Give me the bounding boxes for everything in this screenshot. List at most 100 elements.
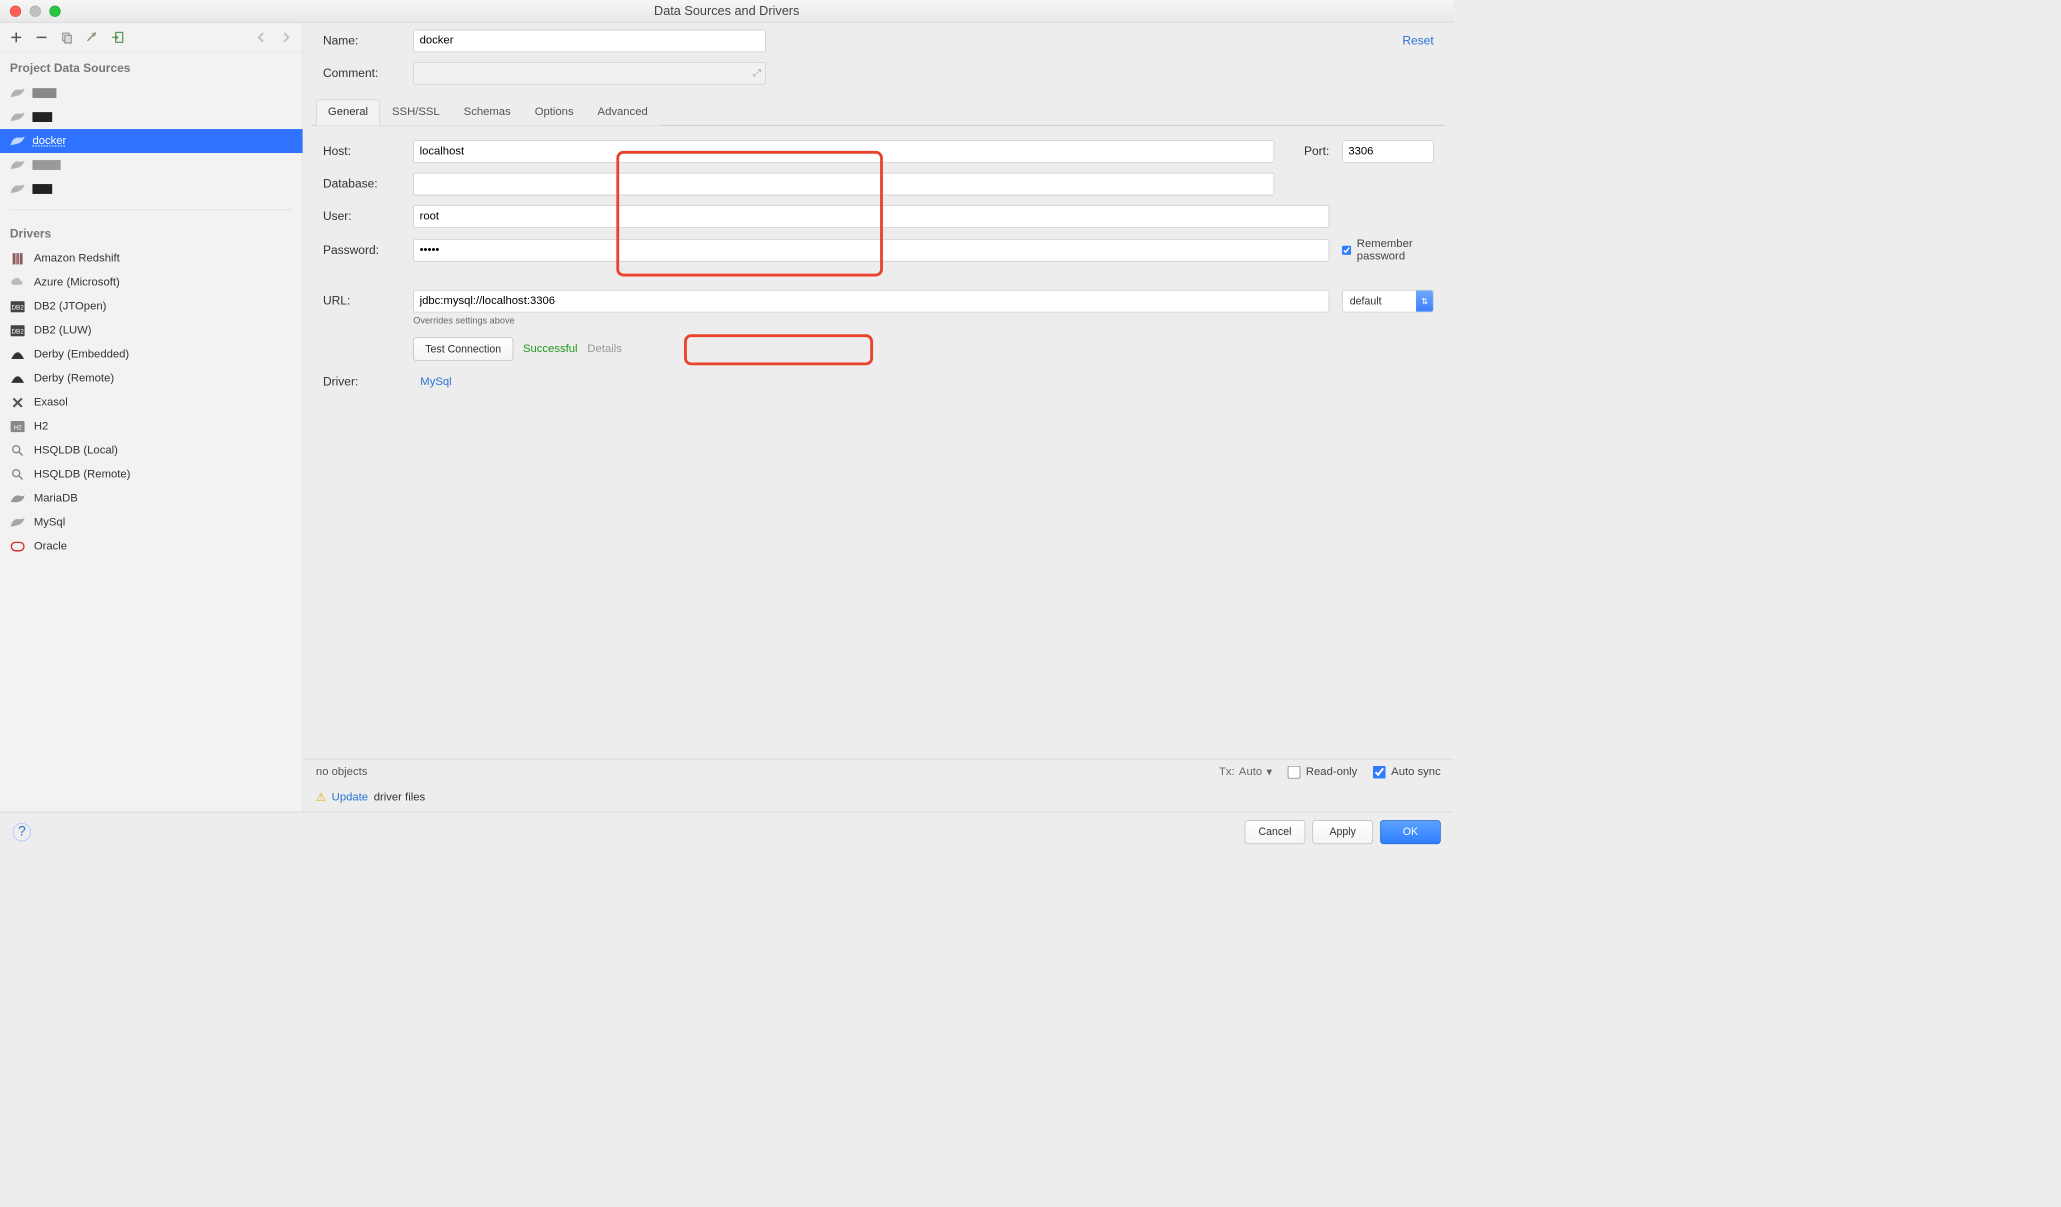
nav-forward-icon[interactable] xyxy=(279,30,295,46)
driver-item-derby-embedded-[interactable]: Derby (Embedded) xyxy=(0,343,303,367)
driver-item-label: Amazon Redshift xyxy=(34,252,120,265)
db2-icon: DB2 xyxy=(10,323,26,339)
password-label: Password: xyxy=(323,243,401,257)
driver-item-mariadb[interactable]: MariaDB xyxy=(0,487,303,511)
database-input[interactable] xyxy=(413,173,1274,196)
port-label: Port: xyxy=(1287,145,1329,159)
h2-icon: H2 xyxy=(10,419,26,435)
derby-icon xyxy=(10,347,26,363)
driver-item-db2-luw-[interactable]: DB2 DB2 (LUW) xyxy=(0,319,303,343)
data-source-item[interactable] xyxy=(0,177,303,201)
close-window-icon[interactable] xyxy=(10,5,21,16)
derby-icon xyxy=(10,371,26,387)
driver-item-label: Exasol xyxy=(34,396,68,409)
driver-item-label: Oracle xyxy=(34,540,67,553)
svg-text:DB2: DB2 xyxy=(11,329,24,336)
mysql-icon xyxy=(10,135,26,148)
test-status: Successful xyxy=(523,343,578,356)
driver-item-amazon-redshift[interactable]: Amazon Redshift xyxy=(0,247,303,271)
driver-item-azure-microsoft-[interactable]: Azure (Microsoft) xyxy=(0,271,303,295)
autosync-checkbox[interactable]: Auto sync xyxy=(1373,766,1441,779)
driver-label: Driver: xyxy=(323,375,401,389)
readonly-checkbox[interactable]: Read-only xyxy=(1288,766,1358,779)
tx-select[interactable]: Tx: Auto ▾ xyxy=(1219,765,1272,779)
url-input[interactable] xyxy=(413,290,1329,313)
section-title-drivers: Drivers xyxy=(0,219,303,247)
minimize-window-icon[interactable] xyxy=(30,5,41,16)
driver-item-label: Derby (Embedded) xyxy=(34,348,129,361)
mysql-icon xyxy=(10,515,26,531)
apply-button[interactable]: Apply xyxy=(1312,820,1373,844)
tab-advanced[interactable]: Advanced xyxy=(586,99,660,125)
chevron-down-icon: ▾ xyxy=(1266,765,1272,779)
driver-item-hsqldb-remote-[interactable]: HSQLDB (Remote) xyxy=(0,463,303,487)
url-hint: Overrides settings above xyxy=(413,315,1433,326)
driver-item-derby-remote-[interactable]: Derby (Remote) xyxy=(0,367,303,391)
add-icon[interactable] xyxy=(8,30,24,46)
copy-icon[interactable] xyxy=(59,30,75,46)
mysql-icon xyxy=(10,87,26,100)
titlebar: Data Sources and Drivers xyxy=(0,0,1453,23)
driver-item-hsqldb-local-[interactable]: HSQLDB (Local) xyxy=(0,439,303,463)
driver-item-label: H2 xyxy=(34,420,48,433)
driver-item-label: DB2 (LUW) xyxy=(34,324,92,337)
driver-item-db2-jtopen-[interactable]: DB2DB2 (JTOpen) xyxy=(0,295,303,319)
data-source-item[interactable] xyxy=(0,153,303,177)
tab-options[interactable]: Options xyxy=(523,99,586,125)
mysql-icon xyxy=(10,111,26,124)
data-source-item[interactable] xyxy=(0,105,303,129)
no-objects-label: no objects xyxy=(316,766,367,779)
driver-item-label: HSQLDB (Remote) xyxy=(34,468,131,481)
update-link[interactable]: Update xyxy=(332,791,368,804)
remove-icon[interactable] xyxy=(34,30,50,46)
driver-item-label: Derby (Remote) xyxy=(34,372,114,385)
expand-icon[interactable]: ⤢ xyxy=(753,67,761,79)
password-input[interactable] xyxy=(413,239,1329,262)
details-link[interactable]: Details xyxy=(587,343,621,356)
port-input[interactable] xyxy=(1342,140,1434,163)
test-connection-button[interactable]: Test Connection xyxy=(413,337,513,361)
drivers-list: Amazon RedshiftAzure (Microsoft)DB2DB2 (… xyxy=(0,247,303,559)
driver-link[interactable]: MySql xyxy=(420,376,451,389)
hsql-icon xyxy=(10,467,26,483)
driver-item-h2[interactable]: H2 H2 xyxy=(0,415,303,439)
remember-password-checkbox[interactable]: Remember password xyxy=(1342,238,1434,263)
name-input[interactable] xyxy=(413,30,766,53)
redacted-label xyxy=(32,88,56,98)
data-source-item[interactable] xyxy=(0,81,303,105)
data-source-label: docker xyxy=(32,135,66,148)
tx-value: Auto xyxy=(1239,766,1262,779)
user-input[interactable] xyxy=(413,205,1329,228)
url-mode-select[interactable]: default ⇅ xyxy=(1342,290,1434,313)
azure-icon xyxy=(10,275,26,291)
tab-general[interactable]: General xyxy=(316,99,380,125)
tab-ssh-ssl[interactable]: SSH/SSL xyxy=(380,99,452,125)
cancel-button[interactable]: Cancel xyxy=(1245,820,1306,844)
window-title: Data Sources and Drivers xyxy=(0,4,1453,19)
import-icon[interactable] xyxy=(110,30,126,46)
ok-button[interactable]: OK xyxy=(1380,820,1441,844)
data-source-docker[interactable]: docker xyxy=(0,129,303,153)
data-sources-list: docker xyxy=(0,81,303,201)
host-label: Host: xyxy=(323,145,401,159)
settings-icon[interactable] xyxy=(85,30,101,46)
tab-schemas[interactable]: Schemas xyxy=(452,99,523,125)
help-icon[interactable]: ? xyxy=(13,823,31,841)
name-label: Name: xyxy=(323,34,401,48)
driver-item-label: MySql xyxy=(34,516,65,529)
driver-item-exasol[interactable]: Exasol xyxy=(0,391,303,415)
driver-item-oracle[interactable]: Oracle xyxy=(0,535,303,559)
reset-link[interactable]: Reset xyxy=(1402,34,1433,48)
window-controls xyxy=(0,5,61,16)
nav-back-icon[interactable] xyxy=(253,30,269,46)
comment-input[interactable]: ⤢ xyxy=(413,62,766,85)
sidebar-divider xyxy=(10,209,293,210)
remember-password-label: Remember password xyxy=(1357,238,1434,263)
url-mode-value: default xyxy=(1343,295,1416,307)
redacted-label xyxy=(32,184,52,194)
maximize-window-icon[interactable] xyxy=(49,5,60,16)
oracle-icon xyxy=(10,539,26,555)
tabs: GeneralSSH/SSLSchemasOptionsAdvanced xyxy=(312,99,1445,127)
host-input[interactable] xyxy=(413,140,1274,163)
driver-item-mysql[interactable]: MySql xyxy=(0,511,303,535)
